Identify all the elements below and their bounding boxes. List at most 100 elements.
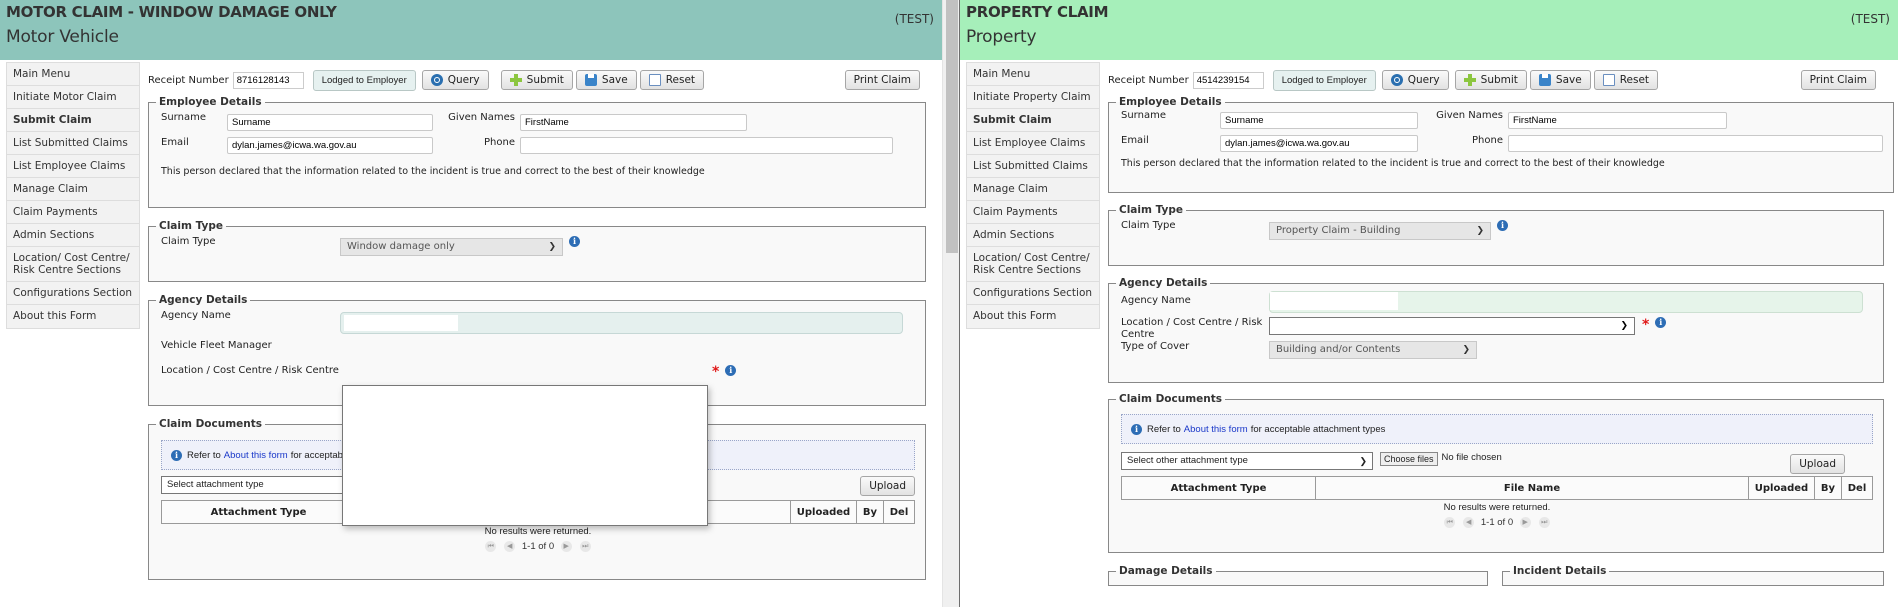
info-icon[interactable]: i bbox=[569, 236, 580, 247]
sidebar-item-about-form[interactable]: About this Form bbox=[967, 305, 1099, 328]
last-page-icon[interactable]: ⏭ bbox=[1538, 517, 1550, 528]
email-input[interactable] bbox=[227, 137, 433, 154]
reset-button[interactable]: Reset bbox=[639, 70, 705, 90]
sidebar-item-list-employee-claims[interactable]: List Employee Claims bbox=[967, 132, 1099, 155]
sidebar-item-configurations[interactable]: Configurations Section bbox=[7, 282, 139, 305]
section-title: Claim Documents bbox=[1119, 393, 1223, 405]
floppy-disk-icon bbox=[1538, 74, 1551, 86]
phone-input[interactable] bbox=[520, 137, 893, 154]
toolbar: Receipt Number Lodged to Employer Query … bbox=[1106, 68, 1898, 92]
column-header[interactable]: By bbox=[856, 500, 884, 524]
sidebar-item-configurations[interactable]: Configurations Section bbox=[967, 282, 1099, 305]
phone-input[interactable] bbox=[1508, 135, 1883, 152]
sidebar-item-claim-payments[interactable]: Claim Payments bbox=[967, 201, 1099, 224]
print-claim-button[interactable]: Print Claim bbox=[844, 70, 920, 90]
prev-page-icon[interactable]: ◀ bbox=[1463, 517, 1475, 528]
sidebar-item-list-submitted-claims[interactable]: List Submitted Claims bbox=[7, 132, 139, 155]
surname-input[interactable] bbox=[1220, 112, 1418, 129]
left-pane-scrollbar[interactable] bbox=[942, 0, 959, 607]
plus-icon bbox=[509, 74, 522, 86]
query-button[interactable]: Query bbox=[421, 70, 489, 90]
sidebar-item-list-employee-claims[interactable]: List Employee Claims bbox=[7, 155, 139, 178]
about-form-link[interactable]: About this form bbox=[224, 450, 288, 461]
location-select[interactable]: ❯ bbox=[1269, 317, 1635, 335]
first-page-icon[interactable]: ⏮ bbox=[1444, 517, 1456, 528]
save-button[interactable]: Save bbox=[575, 70, 637, 90]
sidebar-item-claim-payments[interactable]: Claim Payments bbox=[7, 201, 139, 224]
next-page-icon[interactable]: ▶ bbox=[560, 541, 572, 552]
query-icon bbox=[1390, 74, 1403, 86]
last-page-icon[interactable]: ⏭ bbox=[579, 541, 591, 552]
sidebar-item-submit-claim[interactable]: Submit Claim bbox=[7, 109, 139, 132]
receipt-number-input[interactable] bbox=[1192, 71, 1264, 89]
type-of-cover-select[interactable]: Building and/or Contents ❯ bbox=[1269, 341, 1477, 359]
email-input[interactable] bbox=[1220, 135, 1418, 152]
vehicle-fleet-manager-label: Vehicle Fleet Manager bbox=[161, 340, 272, 351]
column-header[interactable]: Del bbox=[1841, 476, 1873, 500]
scrollbar-thumb[interactable] bbox=[946, 0, 958, 253]
first-page-icon[interactable]: ⏮ bbox=[485, 541, 497, 552]
sidebar-item-location-sections[interactable]: Location/ Cost Centre/ Risk Centre Secti… bbox=[967, 247, 1099, 282]
sidebar-item-location-sections[interactable]: Location/ Cost Centre/ Risk Centre Secti… bbox=[7, 247, 139, 282]
column-header[interactable]: Del bbox=[883, 500, 915, 524]
chevron-down-icon: ❯ bbox=[1462, 345, 1470, 355]
claim-type-select[interactable]: Window damage only ❯ bbox=[340, 238, 563, 256]
sidebar-item-about-form[interactable]: About this Form bbox=[7, 305, 139, 328]
info-icon[interactable]: i bbox=[1497, 220, 1508, 231]
print-claim-button[interactable]: Print Claim bbox=[1800, 70, 1876, 90]
lodged-to-employer-button[interactable]: Lodged to Employer bbox=[1272, 69, 1376, 91]
column-header[interactable]: File Name bbox=[1315, 476, 1749, 500]
empty-results-text: No results were returned. bbox=[1443, 502, 1551, 513]
info-icon[interactable]: i bbox=[725, 365, 737, 376]
column-header[interactable]: Uploaded bbox=[1748, 476, 1815, 500]
choose-files-button[interactable]: Choose files bbox=[1380, 452, 1438, 466]
prev-page-icon[interactable]: ◀ bbox=[504, 541, 516, 552]
submit-button[interactable]: Submit bbox=[500, 70, 573, 90]
chevron-down-icon: ❯ bbox=[1359, 456, 1367, 466]
sidebar-item-initiate-claim[interactable]: Initiate Motor Claim bbox=[7, 86, 139, 109]
lower-sections: Damage Details Incident Details bbox=[1106, 565, 1884, 586]
sidebar-item-initiate-claim[interactable]: Initiate Property Claim bbox=[967, 86, 1099, 109]
save-button[interactable]: Save bbox=[1529, 70, 1591, 90]
about-form-link[interactable]: About this form bbox=[1184, 424, 1248, 435]
sidebar-item-manage-claim[interactable]: Manage Claim bbox=[7, 178, 139, 201]
given-names-input[interactable] bbox=[1508, 112, 1727, 129]
document-icon bbox=[1602, 74, 1615, 86]
type-of-cover-label: Type of Cover bbox=[1121, 341, 1190, 352]
sidebar-item-admin-sections[interactable]: Admin Sections bbox=[967, 224, 1099, 247]
attachment-type-select[interactable]: Select attachment type bbox=[161, 476, 361, 494]
sidebar-item-list-submitted-claims[interactable]: List Submitted Claims bbox=[967, 155, 1099, 178]
sidebar-item-submit-claim[interactable]: Submit Claim bbox=[967, 109, 1099, 132]
sidebar-item-manage-claim[interactable]: Manage Claim bbox=[967, 178, 1099, 201]
reset-button[interactable]: Reset bbox=[1593, 70, 1659, 90]
location-dropdown-list[interactable] bbox=[342, 385, 708, 526]
sidebar-item-main-menu[interactable]: Main Menu bbox=[967, 63, 1099, 86]
claim-type-label: Claim Type bbox=[161, 236, 216, 247]
sidebar-item-main-menu[interactable]: Main Menu bbox=[7, 63, 139, 86]
agency-name-field bbox=[340, 312, 903, 334]
upload-button[interactable]: Upload bbox=[1790, 454, 1845, 474]
next-page-icon[interactable]: ▶ bbox=[1519, 517, 1531, 528]
upload-button[interactable]: Upload bbox=[860, 476, 915, 496]
surname-input[interactable] bbox=[227, 114, 433, 131]
claim-type-select[interactable]: Property Claim - Building ❯ bbox=[1269, 222, 1491, 240]
sidebar-item-admin-sections[interactable]: Admin Sections bbox=[7, 224, 139, 247]
info-icon: i bbox=[171, 449, 182, 461]
claim-type-value: Property Claim - Building bbox=[1276, 225, 1401, 236]
attachment-type-select[interactable]: Select other attachment type ❯ bbox=[1121, 452, 1373, 470]
receipt-number-input[interactable] bbox=[232, 71, 304, 89]
column-header[interactable]: Uploaded bbox=[790, 500, 857, 524]
lodged-to-employer-button[interactable]: Lodged to Employer bbox=[312, 69, 416, 91]
column-header[interactable]: Attachment Type bbox=[161, 500, 356, 524]
given-names-input[interactable] bbox=[520, 114, 747, 131]
submit-button[interactable]: Submit bbox=[1454, 70, 1527, 90]
column-header[interactable]: Attachment Type bbox=[1121, 476, 1316, 500]
query-button[interactable]: Query bbox=[1381, 70, 1449, 90]
save-label: Save bbox=[601, 74, 628, 86]
no-file-chosen-text: No file chosen bbox=[1441, 452, 1502, 463]
reset-label: Reset bbox=[665, 74, 696, 86]
app-header: PROPERTY CLAIM Property (TEST) bbox=[960, 0, 1898, 60]
info-icon[interactable]: i bbox=[1655, 317, 1667, 328]
claim-documents-section: Claim Documents i Refer to About this fo… bbox=[1108, 393, 1884, 553]
column-header[interactable]: By bbox=[1814, 476, 1842, 500]
